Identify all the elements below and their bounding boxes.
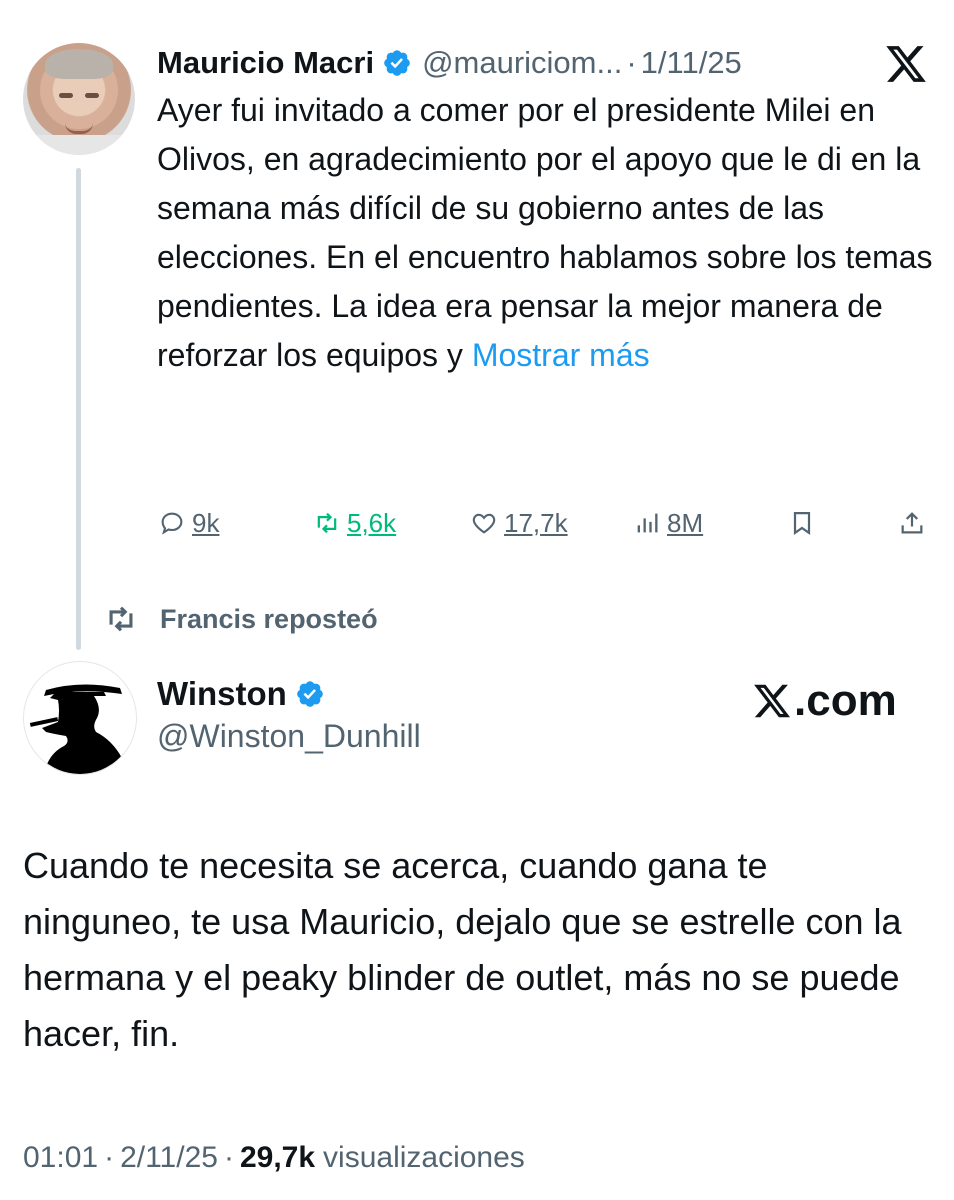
avatar-eye <box>85 93 99 98</box>
quoted-tweet-header: Mauricio Macri @mauriciom... · 1/11/25 <box>157 38 742 88</box>
avatar-mouth <box>65 123 93 134</box>
main-tweet-text: Cuando te necesita se acerca, cuando gan… <box>23 845 902 1054</box>
author-handle[interactable]: @Winston_Dunhill <box>157 718 421 755</box>
separator-dot: · <box>104 1141 115 1174</box>
like-button[interactable]: 17,7k <box>470 500 568 546</box>
x-logo-icon[interactable] <box>884 42 928 86</box>
x-logo-icon <box>754 684 791 718</box>
repost-banner[interactable]: Francis reposteó <box>104 598 378 640</box>
separator-dot: · <box>626 45 637 80</box>
views-count: 8M <box>667 507 704 538</box>
views-icon <box>637 513 658 533</box>
main-tweet-author: Winston <box>157 670 335 718</box>
reply-button[interactable]: 9k <box>158 500 219 546</box>
tweet-date[interactable]: 1/11/25 <box>641 45 742 81</box>
bookmark-button[interactable] <box>788 500 816 546</box>
share-button[interactable] <box>898 500 926 546</box>
separator-dot: · <box>223 1141 234 1174</box>
tweet-date[interactable]: 2/11/25 <box>120 1141 218 1175</box>
repost-icon <box>109 606 133 632</box>
x-com-watermark: .com <box>752 676 897 726</box>
repost-banner-text: Francis reposteó <box>160 603 378 634</box>
like-icon <box>472 513 496 534</box>
avatar-winston[interactable] <box>23 661 137 775</box>
views-count: 29,7k <box>239 1141 316 1174</box>
like-count: 17,7k <box>504 507 568 538</box>
views-label: visualizaciones <box>323 1141 525 1174</box>
reply-icon <box>161 512 183 535</box>
show-more-link[interactable]: Mostrar más <box>472 337 650 373</box>
verified-badge-icon <box>384 50 410 76</box>
avatar-hair <box>45 49 113 79</box>
repost-icon <box>317 512 337 534</box>
watermark-text: .com <box>794 676 897 725</box>
silhouette-avatar-image <box>29 684 124 774</box>
bookmark-icon <box>793 511 811 536</box>
repost-button[interactable]: 5,6k <box>313 500 396 546</box>
author-name[interactable]: Winston <box>157 675 287 713</box>
avatar-shirt <box>23 135 135 155</box>
tweet-action-bar: 9k 5,6k 17,7k 8M <box>158 500 928 546</box>
views-button[interactable]: 8M <box>633 500 703 546</box>
tweet-meta: 01:01 · 2/11/25 · 29,7k visualizaciones <box>23 1136 525 1180</box>
verified-badge-icon <box>297 681 323 707</box>
quoted-tweet-text: Ayer fui invitado a comer por el preside… <box>157 86 937 380</box>
share-icon <box>901 512 923 534</box>
tweet-time[interactable]: 01:01 <box>23 1141 98 1175</box>
thread-connector-line <box>76 168 81 650</box>
reply-count: 9k <box>192 507 220 538</box>
avatar-mauricio-macri[interactable] <box>23 43 135 155</box>
avatar-eye <box>59 93 73 98</box>
repost-count: 5,6k <box>347 507 397 538</box>
author-handle[interactable]: @mauriciom... <box>422 45 622 81</box>
tweet-body: Ayer fui invitado a comer por el preside… <box>157 92 933 373</box>
author-name[interactable]: Mauricio Macri <box>157 45 374 81</box>
